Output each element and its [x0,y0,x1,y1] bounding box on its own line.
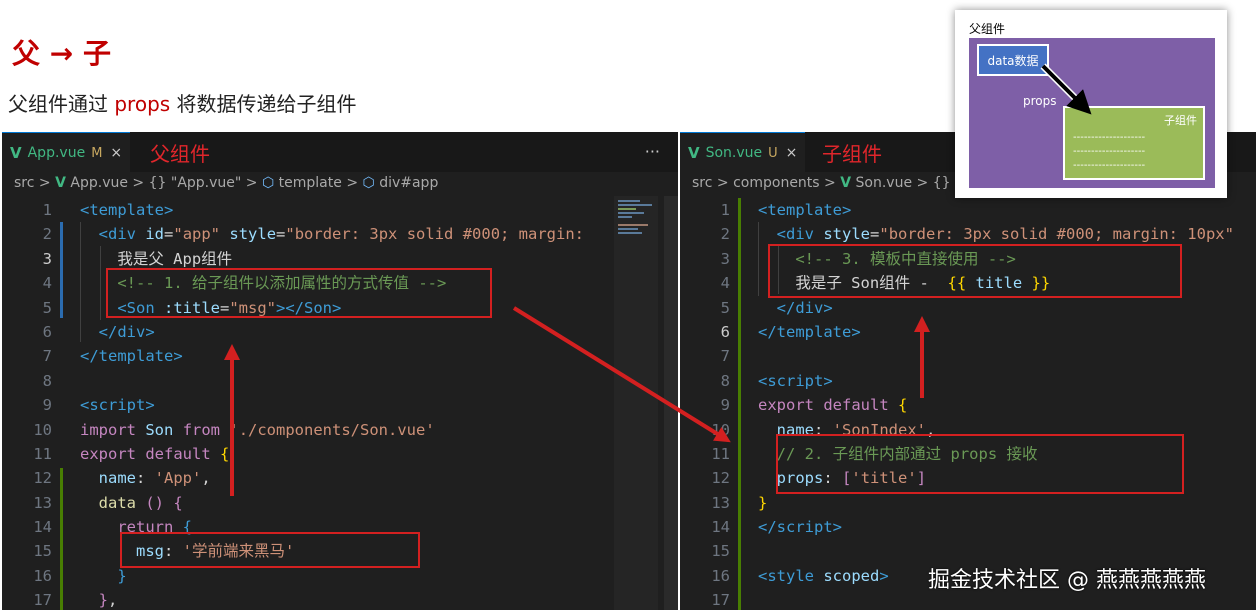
breadcrumb: src > V App.vue > {} "App.vue" > ⬡ templ… [14,175,438,191]
code-line: 1 <template> [42,201,174,219]
highlight-box [776,434,1184,494]
highlight-box [106,268,492,318]
code-line: 17 }, [33,591,118,610]
chevron-right-icon: > [824,175,836,191]
code-line: 7 </template> [42,347,183,366]
chevron-right-icon: > [916,175,929,191]
code-line: 14 </script> [711,518,842,537]
breadcrumb-item[interactable]: src [692,175,712,191]
code-line: 2 <div id="app" style="border: 3px solid… [42,225,594,244]
cube-icon: ⬡ [362,175,375,191]
vue-file-icon: V [10,144,22,162]
chevron-right-icon: > [716,175,729,191]
right-editor: V Son.vue U × 子组件 src > components > V S… [680,132,1256,610]
chevron-right-icon: > [346,175,359,191]
code-line: 13} [711,493,768,512]
props-diagram: 父组件 data数据 props 子组件 -------------------… [955,10,1227,198]
tab-app-vue[interactable]: V App.vue M × [2,132,131,173]
breadcrumb-item[interactable]: {} "App.vue" [149,175,242,191]
subtitle-post: 将数据传递给子组件 [170,92,357,116]
close-icon[interactable]: × [110,145,122,161]
close-icon[interactable]: × [786,145,798,161]
code-line: 7 [720,347,730,366]
highlight-box [768,244,1182,298]
chevron-right-icon: > [132,175,145,191]
tab-status: U [768,145,778,161]
code-line: 9 <script> [42,396,155,415]
watermark: 掘金技术社区 @ 燕燕燕燕燕 [928,568,1206,593]
left-editor: V App.vue M × 父组件 ··· src > V App.vue > … [2,132,678,610]
breadcrumb-item[interactable]: div#app [379,175,438,191]
child-annotation: 子组件 [822,142,882,166]
code-line: 8 <script> [720,371,833,390]
code-line: 11 export default { [33,444,230,463]
tab-status: M [91,145,103,161]
breadcrumb-item[interactable]: template [279,175,342,191]
highlight-box [120,532,420,568]
page-title: 父 → 子 [12,37,111,70]
tab-name: App.vue [27,145,86,161]
vue-file-icon: V [688,144,700,162]
chevron-right-icon: > [245,175,258,191]
tab-name: Son.vue [705,145,763,161]
code-line: 8 [42,371,52,390]
code-line: 6 </div> [42,322,155,341]
diagram-arrow [1040,63,1092,115]
subtitle-highlight: props [114,92,171,116]
left-tabbar: V App.vue M × 父组件 ··· [2,132,678,173]
code-line: 13 data () { [33,493,183,512]
page-subtitle: 父组件通过 props 将数据传递给子组件 [8,88,357,117]
minimap[interactable] [614,196,658,610]
breadcrumb-item[interactable]: src [14,175,34,191]
breadcrumb-item[interactable]: Son.vue [856,175,913,191]
parent-annotation: 父组件 [150,142,210,166]
tab-son-vue[interactable]: V Son.vue U × [680,132,806,173]
scrollbar[interactable] [664,196,678,610]
code-line: 12 name: 'App', [33,469,211,488]
code-line: 1 <template> [720,201,852,219]
breadcrumb-item[interactable]: App.vue [70,175,128,191]
code-line: 10 import Son from './components/Son.vue' [33,420,435,439]
chevron-right-icon: > [38,175,51,191]
breadcrumb-item[interactable]: components [733,175,820,191]
code-line: 5 </div> [720,298,833,317]
more-actions-icon[interactable]: ··· [645,142,660,161]
cube-icon: ⬡ [261,175,275,191]
subtitle-pre: 父组件通过 [8,92,115,116]
code-line: 9 export default { [720,396,908,415]
code-line: 15 [711,542,730,561]
breadcrumb: src > components > V Son.vue > {} "So [692,175,979,191]
code-line: 6 </template> [720,322,861,341]
vue-file-icon: V [840,175,852,191]
vue-file-icon: V [55,175,66,191]
